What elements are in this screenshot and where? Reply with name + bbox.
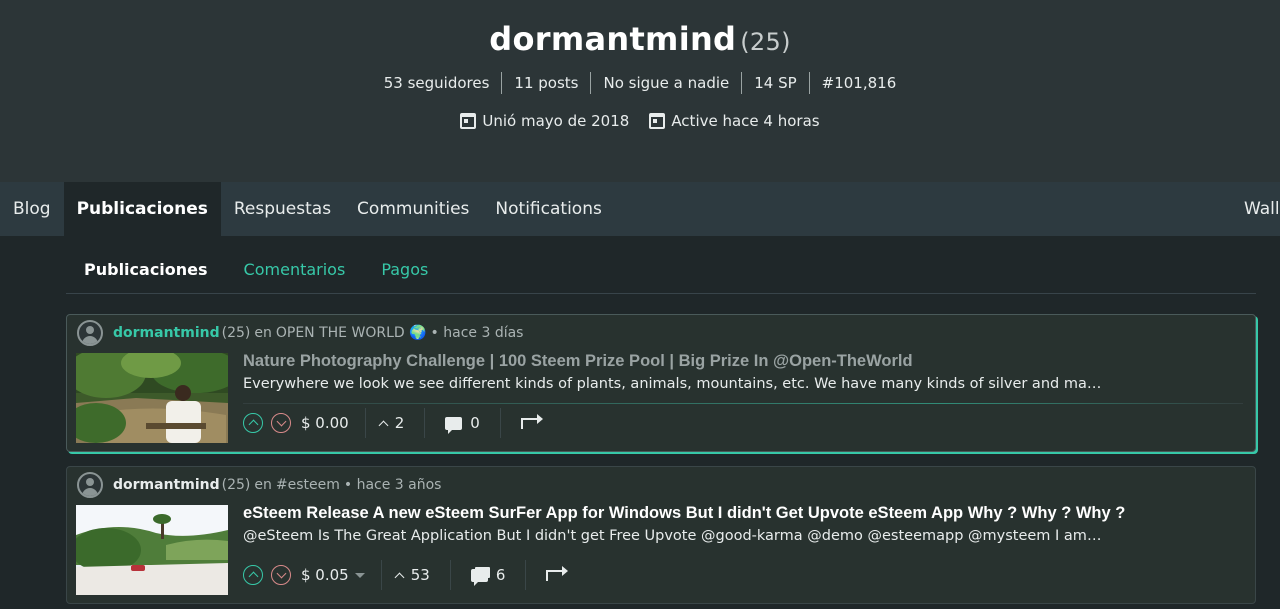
active-time: Active hace 4 horas xyxy=(649,112,820,130)
rank: #101,816 xyxy=(808,72,909,94)
chevron-up-icon xyxy=(248,571,258,582)
profile-header: dormantmind (25) 53 seguidores 11 posts N… xyxy=(0,0,1280,182)
tab-blog[interactable]: Blog xyxy=(0,182,64,236)
reblog-button[interactable] xyxy=(501,413,543,429)
profile-reputation: (25) xyxy=(740,28,791,56)
post-author[interactable]: dormantmind xyxy=(113,325,220,341)
profile-stats: 53 seguidores 11 posts No sigue a nadie … xyxy=(0,72,1280,94)
post-summary[interactable]: @eSteem Is The Great Application But I d… xyxy=(243,528,1103,544)
post-thumbnail[interactable] xyxy=(76,505,228,595)
joined-label: Unió mayo de 2018 xyxy=(482,112,630,130)
payout-amount[interactable]: $ 0.00 xyxy=(301,408,366,438)
post-card: dormantmind (25) en #esteem • hace 3 año… xyxy=(66,466,1256,604)
chevron-down-icon xyxy=(276,568,286,579)
post-actions: $ 0.05 53 6 xyxy=(243,560,569,590)
post-actions: $ 0.00 2 0 xyxy=(243,408,543,438)
divider xyxy=(243,403,1243,404)
upvote-button[interactable] xyxy=(243,413,263,433)
post-header: dormantmind (25) en #esteem • hace 3 año… xyxy=(77,472,441,498)
vote-count-value: 53 xyxy=(410,566,430,584)
payout-value: $ 0.00 xyxy=(301,414,349,432)
community-prefix: en xyxy=(254,325,272,341)
vote-count[interactable]: 2 xyxy=(366,408,426,438)
downvote-button[interactable] xyxy=(271,565,291,585)
reblog-icon xyxy=(520,413,543,429)
following-link[interactable]: No sigue a nadie xyxy=(590,72,741,94)
community-prefix: en xyxy=(254,477,272,493)
reblog-icon xyxy=(546,565,569,581)
sub-nav: Publicaciones Comentarios Pagos xyxy=(66,248,1256,294)
post-header: dormantmind (25) en OPEN THE WORLD 🌍 • h… xyxy=(77,320,523,346)
chevron-up-icon xyxy=(378,420,389,430)
comments-icon xyxy=(470,568,488,586)
post-summary[interactable]: Everywhere we look we see different kind… xyxy=(243,376,1103,392)
avatar[interactable] xyxy=(77,320,103,346)
calendar-icon xyxy=(460,113,477,129)
tab-respuestas[interactable]: Respuestas xyxy=(221,182,344,236)
post-community[interactable]: #esteem xyxy=(276,477,340,493)
tab-publicaciones[interactable]: Publicaciones xyxy=(63,182,221,236)
comment-count-value: 0 xyxy=(470,414,480,432)
payout-amount[interactable]: $ 0.05 xyxy=(301,560,382,590)
tab-communities[interactable]: Communities xyxy=(344,182,482,236)
avatar[interactable] xyxy=(77,472,103,498)
comment-count-value: 6 xyxy=(495,566,506,584)
followers-link[interactable]: 53 seguidores xyxy=(372,72,502,94)
author-reputation: (25) xyxy=(221,477,251,493)
chevron-up-icon xyxy=(394,572,405,582)
subtab-pagos[interactable]: Pagos xyxy=(363,248,446,293)
vote-count[interactable]: 53 xyxy=(382,560,451,590)
vote-count-value: 2 xyxy=(394,414,405,432)
reblog-button[interactable] xyxy=(526,565,569,581)
profile-meta: Unió mayo de 2018 Active hace 4 horas xyxy=(0,112,1280,130)
post-time: • hace 3 días xyxy=(430,325,524,341)
active-label: Active hace 4 horas xyxy=(671,112,820,130)
caret-down-icon xyxy=(354,572,365,578)
post-author[interactable]: dormantmind xyxy=(113,477,220,493)
joined-date: Unió mayo de 2018 xyxy=(460,112,629,130)
author-reputation: (25) xyxy=(221,325,251,341)
profile-username: dormantmind xyxy=(489,20,737,58)
post-time: • hace 3 años xyxy=(343,477,442,493)
chevron-down-icon xyxy=(276,416,286,427)
post-count: 11 posts xyxy=(501,72,590,94)
main-nav: Blog Publicaciones Respuestas Communitie… xyxy=(0,182,1280,236)
post-title[interactable]: Nature Photography Challenge | 100 Steem… xyxy=(243,352,913,371)
comment-count[interactable]: 6 xyxy=(451,560,527,590)
subtab-comentarios[interactable]: Comentarios xyxy=(226,248,364,293)
tab-wallet[interactable]: Wall xyxy=(1234,182,1280,236)
post-card: dormantmind (25) en OPEN THE WORLD 🌍 • h… xyxy=(66,314,1256,452)
steem-power: 14 SP xyxy=(741,72,808,94)
comment-icon xyxy=(445,416,463,434)
post-thumbnail[interactable] xyxy=(76,353,228,443)
calendar-icon xyxy=(649,113,666,129)
chevron-up-icon xyxy=(248,419,258,430)
hillside-road-image xyxy=(76,505,228,595)
subtab-publicaciones[interactable]: Publicaciones xyxy=(66,248,226,293)
post-title[interactable]: eSteem Release A new eSteem SurFer App f… xyxy=(243,504,1125,523)
upvote-button[interactable] xyxy=(243,565,263,585)
profile-title: dormantmind (25) xyxy=(0,20,1280,58)
downvote-button[interactable] xyxy=(271,413,291,433)
comment-count[interactable]: 0 xyxy=(425,408,501,438)
jungle-river-image xyxy=(76,353,228,443)
tab-notifications[interactable]: Notifications xyxy=(482,182,614,236)
payout-value: $ 0.05 xyxy=(301,566,349,584)
post-community[interactable]: OPEN THE WORLD 🌍 xyxy=(276,325,427,341)
